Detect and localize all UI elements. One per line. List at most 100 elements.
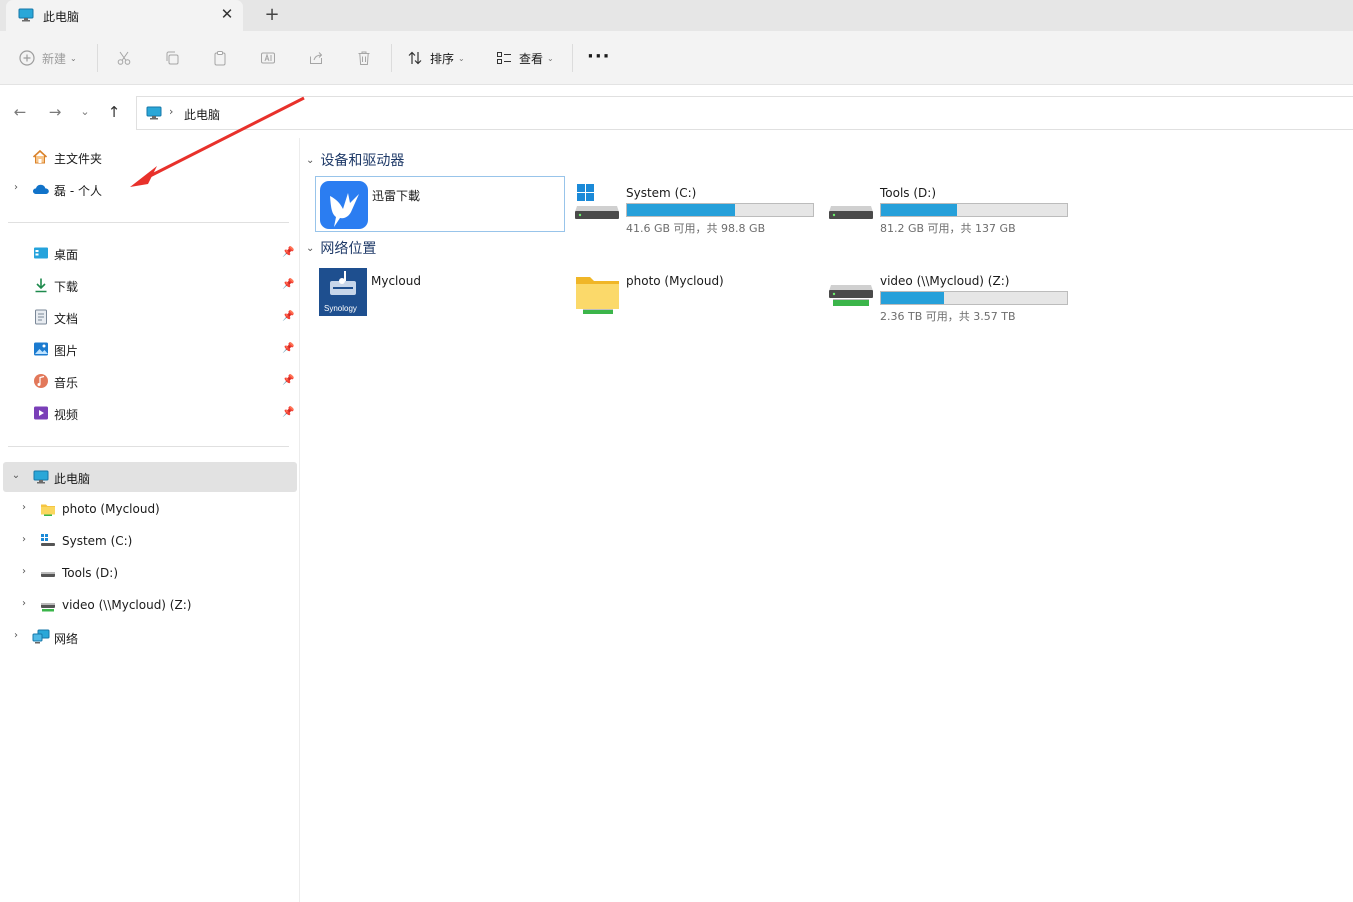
network-folder-icon [573,267,623,317]
sidebar-item-label: 此电脑 [54,472,91,486]
scissors-icon [115,49,133,67]
chevron-down-icon[interactable]: ⌄ [11,470,21,481]
tile-name: System (C:) [626,186,697,200]
chevron-right-icon[interactable]: › [19,502,29,513]
music-icon [33,373,49,389]
new-tab-button[interactable]: + [262,4,282,26]
annotation-arrow-icon [130,96,305,187]
chevron-right-icon[interactable]: › [19,534,29,545]
sidebar-item-music[interactable]: 音乐 📌 [0,366,297,396]
tile-name: Mycloud [371,274,421,288]
sidebar-item-video-z[interactable]: › video (\\Mycloud) (Z:) [0,590,297,620]
close-tab-button[interactable]: ✕ [218,5,236,23]
pin-icon[interactable]: 📌 [282,375,294,386]
new-label: 新建 [42,51,67,66]
sidebar-item-label: Tools (D:) [62,566,119,580]
group-header-label: 设备和驱动器 [320,153,405,169]
paste-button[interactable] [211,47,229,69]
sidebar-item-downloads[interactable]: 下载 📌 [0,270,297,300]
drive-usage-fill [881,292,945,304]
rename-icon [259,49,277,67]
new-button[interactable]: 新建 ⌄ [18,47,77,69]
sidebar-item-videos[interactable]: 视频 📌 [0,398,297,428]
chevron-down-icon: ⌄ [306,242,315,254]
content-pane: ⌄ 设备和驱动器 迅雷下載 System (C:) 41.6 GB 可用，共 9… [300,138,1353,902]
sort-label: 排序 [430,51,455,66]
sidebar-item-this-pc[interactable]: ⌄ 此电脑 [3,462,297,492]
pin-icon[interactable]: 📌 [282,247,294,258]
navigation-pane: 主文件夹 › 磊 - 个人 桌面 📌 下载 📌 文档 📌 图片 📌 音乐 📌 视… [0,138,300,902]
sidebar-item-documents[interactable]: 文档 📌 [0,302,297,332]
drive-usage-bar [880,203,1068,217]
drive-usage-fill [881,204,958,216]
share-icon [307,49,325,67]
synology-nas-icon: Synology [318,267,368,317]
sidebar-item-tools-d[interactable]: › Tools (D:) [0,558,297,588]
computer-icon [33,469,49,485]
tab-this-pc[interactable]: 此电脑 ✕ [6,0,243,31]
drive-usage-bar [626,203,814,217]
tile-name: video (\\Mycloud) (Z:) [880,274,1010,288]
sidebar-item-label: 下载 [54,280,79,294]
drive-usage-fill [627,204,735,216]
toolbar-divider [572,44,573,72]
cut-button[interactable] [115,47,133,69]
more-options-button[interactable]: ··· [587,47,611,67]
network-tile-video-z[interactable]: video (\\Mycloud) (Z:) 2.36 TB 可用，共 3.57… [824,264,1074,323]
sidebar-item-desktop[interactable]: 桌面 📌 [0,238,297,268]
sort-button[interactable]: 排序 ⌄ [406,47,465,69]
group-header-label: 网络位置 [320,241,377,257]
sidebar-item-label: 图片 [54,344,79,358]
folder-icon [40,501,56,517]
network-drive-icon [40,597,56,613]
chevron-right-icon[interactable]: › [11,630,21,641]
view-list-icon [495,49,513,67]
sidebar-divider [8,222,289,223]
sidebar-item-network[interactable]: › 网络 [0,622,297,652]
chevron-down-icon: ⌄ [458,53,465,63]
system-drive-icon [40,533,56,549]
device-tile-system-c[interactable]: System (C:) 41.6 GB 可用，共 98.8 GB [570,176,820,235]
sidebar-item-photo-mycloud[interactable]: › photo (Mycloud) [0,494,297,524]
tile-name: 迅雷下載 [372,189,421,203]
pin-icon[interactable]: 📌 [282,279,294,290]
forward-arrow-icon[interactable]: → [46,103,64,121]
sidebar-item-label: 磊 - 个人 [54,184,102,198]
xunlei-app-icon [319,180,369,230]
video-icon [33,405,49,421]
chevron-right-icon[interactable]: › [19,566,29,577]
device-tile-xunlei[interactable]: 迅雷下載 [315,176,565,232]
chevron-right-icon[interactable]: › [19,598,29,609]
recent-locations-chevron-icon[interactable]: ⌄ [76,103,94,121]
tab-title: 此电脑 [43,10,80,24]
delete-button[interactable] [355,47,373,69]
sidebar-item-label: 主文件夹 [54,152,103,166]
sidebar-item-label: System (C:) [62,534,133,548]
pin-icon[interactable]: 📌 [282,407,294,418]
download-icon [33,277,49,293]
computer-icon [18,8,34,25]
back-arrow-icon[interactable]: ← [11,103,29,121]
sidebar-item-pictures[interactable]: 图片 📌 [0,334,297,364]
copy-button[interactable] [163,47,181,69]
view-button[interactable]: 查看 ⌄ [495,47,554,69]
command-bar: 新建 ⌄ 排序 ⌄ 查看 ⌄ ··· [0,31,1353,85]
sidebar-item-system-c[interactable]: › System (C:) [0,526,297,556]
home-icon [32,149,48,165]
chevron-down-icon: ⌄ [547,53,554,63]
copy-icon [163,49,181,67]
network-tile-mycloud[interactable]: Synology Mycloud [315,264,565,320]
system-drive-icon [573,179,623,229]
trash-icon [355,49,373,67]
rename-button[interactable] [259,47,277,69]
group-header-network-locations[interactable]: ⌄ 网络位置 [306,238,376,258]
sidebar-item-label: video (\\Mycloud) (Z:) [62,598,192,612]
group-header-devices[interactable]: ⌄ 设备和驱动器 [306,150,404,170]
chevron-right-icon[interactable]: › [11,182,21,193]
share-button[interactable] [307,47,325,69]
network-tile-photo-mycloud[interactable]: photo (Mycloud) [570,264,820,320]
tab-strip: 此电脑 ✕ + [0,0,1353,31]
pin-icon[interactable]: 📌 [282,311,294,322]
device-tile-tools-d[interactable]: Tools (D:) 81.2 GB 可用，共 137 GB [824,176,1074,235]
pin-icon[interactable]: 📌 [282,343,294,354]
